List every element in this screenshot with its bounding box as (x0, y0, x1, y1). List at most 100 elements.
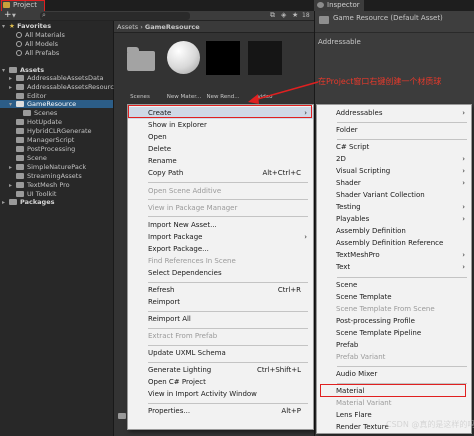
submenu-item-scene-template[interactable]: Scene Template (317, 291, 471, 303)
tree-packages[interactable]: ▸ Packages (2, 198, 54, 206)
tree-folder[interactable]: Scenes (16, 109, 57, 117)
asset-count-badge: 18 (302, 12, 310, 19)
submenu-item-scene-template-from-scene: Scene Template From Scene (336, 305, 435, 313)
menu-item-find-references: Find References In Scene (148, 257, 236, 265)
tree-folder[interactable]: ▸ TextMesh Pro (9, 181, 70, 189)
menu-separator (337, 366, 467, 367)
tree-folder[interactable]: PostProcessing (9, 145, 75, 153)
tag-icon[interactable]: ◈ (281, 11, 286, 19)
project-tree: ▾ ★ Favorites All Materials All Models Al… (0, 21, 118, 436)
submenu-item-testing[interactable]: Testing › (317, 201, 471, 213)
tree-fav-item[interactable]: All Models (16, 40, 58, 48)
breadcrumb-root[interactable]: Assets (117, 23, 138, 31)
chevron-right-icon: › (462, 203, 465, 211)
info-icon (317, 2, 324, 8)
submenu-item-playables[interactable]: Playables › (317, 213, 471, 225)
submenu-item-cs-script[interactable]: C# Script (317, 141, 471, 153)
star-icon[interactable]: ★ (292, 11, 298, 19)
menu-item-copy-path[interactable]: Copy Path Alt+Ctrl+C (128, 167, 313, 179)
menu-separator (337, 277, 467, 278)
menu-item-generate-lighting[interactable]: Generate Lighting Ctrl+Shift+L (128, 364, 313, 376)
thumb-label: New Mater... (166, 94, 202, 100)
chevron-right-icon: › (462, 109, 465, 117)
menu-separator (337, 139, 467, 140)
menu-item-export-package[interactable]: Export Package... (128, 243, 313, 255)
tree-folder[interactable]: Scene (9, 154, 47, 162)
menu-item-reimport[interactable]: Reimport (128, 296, 313, 308)
add-button[interactable]: + (4, 10, 12, 20)
breadcrumb-current[interactable]: GameResource (145, 23, 200, 31)
menu-item-update-uxml-schema[interactable]: Update UXML Schema (128, 347, 313, 359)
tree-folder[interactable]: HybridCLRGenerate (9, 127, 92, 135)
tree-assets[interactable]: ▾ Assets (2, 66, 44, 74)
menu-item-open[interactable]: Open (128, 131, 313, 143)
tab-inspector-label: Inspector (327, 1, 360, 9)
menu-item-reimport-all[interactable]: Reimport All (128, 313, 313, 325)
submenu-item-folder[interactable]: Folder (317, 124, 471, 136)
submenu-item-textmeshpro[interactable]: TextMeshPro › (317, 249, 471, 261)
menu-item-import-new-asset[interactable]: Import New Asset... (128, 219, 313, 231)
submenu-item-assembly-definition-reference[interactable]: Assembly Definition Reference (317, 237, 471, 249)
render-texture-icon[interactable] (206, 41, 240, 75)
submenu-item-audio-mixer[interactable]: Audio Mixer (317, 368, 471, 380)
submenu-item-scene[interactable]: Scene (317, 279, 471, 291)
menu-item-properties[interactable]: Properties... Alt+P (128, 405, 313, 417)
tree-folder-selected[interactable]: ▾ GameResource (0, 100, 113, 108)
submenu-item-prefab-variant: Prefab Variant (336, 353, 386, 361)
menu-item-refresh[interactable]: Refresh Ctrl+R (128, 284, 313, 296)
tree-folder[interactable]: UI Toolkit (9, 190, 57, 198)
addressable-label: Addressable (318, 38, 361, 46)
submenu-item-scene-template-pipeline[interactable]: Scene Template Pipeline (317, 327, 471, 339)
tree-folder[interactable]: ManagerScript (9, 136, 74, 144)
chevron-down-icon[interactable]: ▼ (12, 13, 16, 19)
tree-folder[interactable]: StreamingAssets (9, 172, 82, 180)
tree-folder[interactable]: HotUpdate (9, 118, 62, 126)
thumb-label: New Rend... (206, 94, 240, 100)
chevron-right-icon: › (462, 179, 465, 187)
scenes-folder-icon[interactable] (124, 41, 158, 75)
inspector-title: Game Resource (Default Asset) (333, 14, 443, 22)
material-sphere-icon[interactable] (166, 41, 200, 75)
tree-favorites[interactable]: ▾ ★ Favorites (2, 22, 51, 30)
tree-folder[interactable]: ▸ AddressableAssetsData (9, 74, 103, 82)
submenu-item-shader[interactable]: Shader › (317, 177, 471, 189)
inspector-header: Game Resource (Default Asset) (315, 11, 474, 33)
menu-item-import-package[interactable]: Import Package › (128, 231, 313, 243)
submenu-item-prefab[interactable]: Prefab (317, 339, 471, 351)
filter-icon[interactable]: ⧉ (270, 11, 275, 20)
search-input[interactable] (40, 12, 190, 20)
tree-fav-item[interactable]: All Prefabs (16, 49, 59, 57)
submenu-item-post-processing-profile[interactable]: Post-processing Profile (317, 315, 471, 327)
project-toolbar: + ▼ ⌕ ⧉ ◈ ★ 18 (0, 10, 314, 21)
submenu-item-assembly-definition[interactable]: Assembly Definition (317, 225, 471, 237)
menu-item-show-in-explorer[interactable]: Show in Explorer (128, 119, 313, 131)
submenu-item-shader-variant-collection[interactable]: Shader Variant Collection (317, 189, 471, 201)
thumb-label: Scenes (130, 94, 150, 100)
chevron-right-icon: › (462, 155, 465, 163)
tab-inspector[interactable]: Inspector (314, 0, 364, 11)
submenu-item-text[interactable]: Text › (317, 261, 471, 273)
submenu-item-addressables[interactable]: Addressables › (317, 107, 471, 119)
search-icon: ⌕ (42, 11, 46, 19)
material-highlight (320, 384, 466, 397)
folder-icon (319, 16, 329, 24)
menu-item-open-cs-project[interactable]: Open C# Project (128, 376, 313, 388)
menu-separator (148, 362, 308, 363)
tree-folder[interactable]: ▸ SimpleNaturePack (9, 163, 86, 171)
menu-item-rename[interactable]: Rename (128, 155, 313, 167)
tree-fav-item[interactable]: All Materials (16, 31, 65, 39)
tree-folder[interactable]: Editor (9, 92, 46, 100)
submenu-item-visual-scripting[interactable]: Visual Scripting › (317, 165, 471, 177)
menu-item-select-dependencies[interactable]: Select Dependencies (128, 267, 313, 279)
menu-item-view-in-package-manager: View in Package Manager (148, 204, 238, 212)
project-tabstrip: Project (0, 0, 314, 12)
tree-folder[interactable]: ▸ AddressableAssetsResource (9, 83, 118, 91)
chevron-right-icon: › (462, 251, 465, 259)
chevron-right-icon: › (462, 263, 465, 271)
submenu-item-2d[interactable]: 2D › (317, 153, 471, 165)
menu-item-view-import-activity[interactable]: View in Import Activity Window (128, 388, 313, 400)
folder-icon (118, 413, 126, 419)
chevron-right-icon: › (304, 233, 307, 241)
menu-item-delete[interactable]: Delete (128, 143, 313, 155)
breadcrumb: Assets › GameResource (114, 21, 314, 33)
